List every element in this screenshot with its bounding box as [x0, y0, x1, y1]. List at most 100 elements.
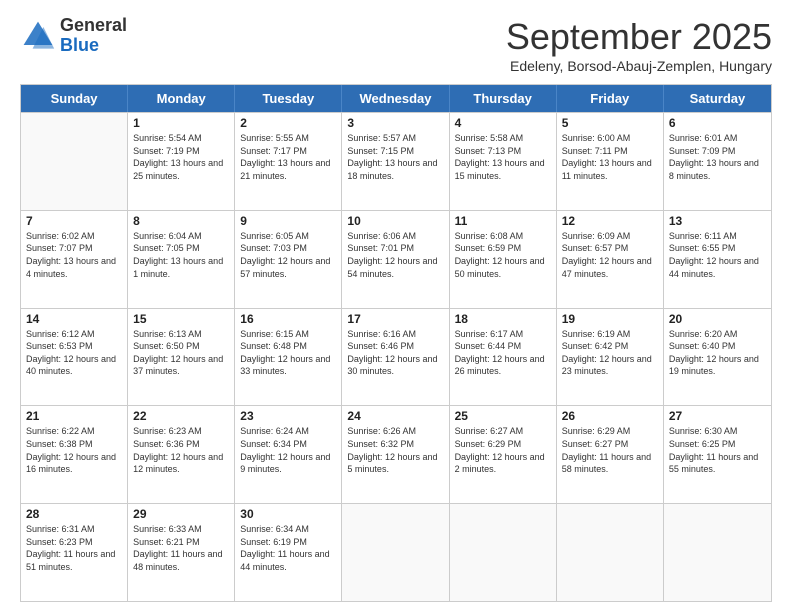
day-info: Sunrise: 6:13 AMSunset: 6:50 PMDaylight:…: [133, 328, 229, 378]
day-info: Sunrise: 6:23 AMSunset: 6:36 PMDaylight:…: [133, 425, 229, 475]
calendar-cell: 2 Sunrise: 5:55 AMSunset: 7:17 PMDaylight…: [235, 113, 342, 210]
day-info: Sunrise: 6:24 AMSunset: 6:34 PMDaylight:…: [240, 425, 336, 475]
day-number: 8: [133, 214, 229, 228]
day-number: 4: [455, 116, 551, 130]
day-info: Sunrise: 5:55 AMSunset: 7:17 PMDaylight:…: [240, 132, 336, 182]
day-info: Sunrise: 6:29 AMSunset: 6:27 PMDaylight:…: [562, 425, 658, 475]
calendar-header-cell: Monday: [128, 85, 235, 112]
logo-blue-text: Blue: [60, 36, 127, 56]
day-info: Sunrise: 6:02 AMSunset: 7:07 PMDaylight:…: [26, 230, 122, 280]
day-number: 17: [347, 312, 443, 326]
calendar-cell: 4 Sunrise: 5:58 AMSunset: 7:13 PMDaylight…: [450, 113, 557, 210]
month-title: September 2025: [506, 16, 772, 58]
calendar-cell: 19 Sunrise: 6:19 AMSunset: 6:42 PMDayligh…: [557, 309, 664, 406]
day-info: Sunrise: 6:11 AMSunset: 6:55 PMDaylight:…: [669, 230, 766, 280]
day-number: 7: [26, 214, 122, 228]
day-info: Sunrise: 5:54 AMSunset: 7:19 PMDaylight:…: [133, 132, 229, 182]
calendar-cell: 25Sunrise: 6:27 AMSunset: 6:29 PMDayligh…: [450, 406, 557, 503]
day-number: 2: [240, 116, 336, 130]
calendar-row: 21Sunrise: 6:22 AMSunset: 6:38 PMDayligh…: [21, 405, 771, 503]
calendar-header-cell: Sunday: [21, 85, 128, 112]
day-number: 6: [669, 116, 766, 130]
calendar-cell: 18 Sunrise: 6:17 AMSunset: 6:44 PMDayligh…: [450, 309, 557, 406]
title-block: September 2025 Edeleny, Borsod-Abauj-Zem…: [506, 16, 772, 74]
logo-text: General Blue: [60, 16, 127, 56]
day-info: Sunrise: 6:06 AMSunset: 7:01 PMDaylight:…: [347, 230, 443, 280]
calendar: SundayMondayTuesdayWednesdayThursdayFrid…: [20, 84, 772, 602]
calendar-cell: [21, 113, 128, 210]
calendar-cell: [342, 504, 449, 601]
calendar-cell: 23 Sunrise: 6:24 AMSunset: 6:34 PMDayligh…: [235, 406, 342, 503]
day-info: Sunrise: 6:20 AMSunset: 6:40 PMDaylight:…: [669, 328, 766, 378]
calendar-cell: [450, 504, 557, 601]
logo-general-text: General: [60, 16, 127, 36]
calendar-row: 14Sunrise: 6:12 AMSunset: 6:53 PMDayligh…: [21, 308, 771, 406]
subtitle: Edeleny, Borsod-Abauj-Zemplen, Hungary: [506, 58, 772, 74]
day-info: Sunrise: 5:57 AMSunset: 7:15 PMDaylight:…: [347, 132, 443, 182]
day-number: 5: [562, 116, 658, 130]
day-info: Sunrise: 6:09 AMSunset: 6:57 PMDaylight:…: [562, 230, 658, 280]
calendar-cell: 1 Sunrise: 5:54 AMSunset: 7:19 PMDaylight…: [128, 113, 235, 210]
day-number: 16: [240, 312, 336, 326]
day-number: 9: [240, 214, 336, 228]
calendar-header-cell: Wednesday: [342, 85, 449, 112]
day-info: Sunrise: 6:22 AMSunset: 6:38 PMDaylight:…: [26, 425, 122, 475]
day-number: 28: [26, 507, 122, 521]
day-info: Sunrise: 6:01 AMSunset: 7:09 PMDaylight:…: [669, 132, 766, 182]
calendar-cell: 17Sunrise: 6:16 AMSunset: 6:46 PMDayligh…: [342, 309, 449, 406]
day-number: 24: [347, 409, 443, 423]
page: General Blue September 2025 Edeleny, Bor…: [0, 0, 792, 612]
calendar-cell: 11Sunrise: 6:08 AMSunset: 6:59 PMDayligh…: [450, 211, 557, 308]
day-info: Sunrise: 6:17 AMSunset: 6:44 PMDaylight:…: [455, 328, 551, 378]
day-info: Sunrise: 6:30 AMSunset: 6:25 PMDaylight:…: [669, 425, 766, 475]
calendar-cell: 24Sunrise: 6:26 AMSunset: 6:32 PMDayligh…: [342, 406, 449, 503]
day-number: 1: [133, 116, 229, 130]
day-info: Sunrise: 6:04 AMSunset: 7:05 PMDaylight:…: [133, 230, 229, 280]
day-number: 27: [669, 409, 766, 423]
calendar-cell: 10Sunrise: 6:06 AMSunset: 7:01 PMDayligh…: [342, 211, 449, 308]
calendar-cell: [557, 504, 664, 601]
calendar-header-cell: Thursday: [450, 85, 557, 112]
day-number: 23: [240, 409, 336, 423]
day-info: Sunrise: 5:58 AMSunset: 7:13 PMDaylight:…: [455, 132, 551, 182]
day-info: Sunrise: 6:33 AMSunset: 6:21 PMDaylight:…: [133, 523, 229, 573]
calendar-cell: 6 Sunrise: 6:01 AMSunset: 7:09 PMDaylight…: [664, 113, 771, 210]
calendar-cell: 30 Sunrise: 6:34 AMSunset: 6:19 PMDayligh…: [235, 504, 342, 601]
day-number: 29: [133, 507, 229, 521]
logo-icon: [20, 18, 56, 54]
day-number: 20: [669, 312, 766, 326]
day-number: 18: [455, 312, 551, 326]
calendar-cell: [664, 504, 771, 601]
calendar-cell: 27 Sunrise: 6:30 AMSunset: 6:25 PMDayligh…: [664, 406, 771, 503]
day-number: 26: [562, 409, 658, 423]
calendar-header-row: SundayMondayTuesdayWednesdayThursdayFrid…: [21, 85, 771, 112]
calendar-cell: 5Sunrise: 6:00 AMSunset: 7:11 PMDaylight…: [557, 113, 664, 210]
calendar-row: 28 Sunrise: 6:31 AMSunset: 6:23 PMDayligh…: [21, 503, 771, 601]
calendar-cell: 8 Sunrise: 6:04 AMSunset: 7:05 PMDaylight…: [128, 211, 235, 308]
logo: General Blue: [20, 16, 127, 56]
day-number: 30: [240, 507, 336, 521]
calendar-cell: 26 Sunrise: 6:29 AMSunset: 6:27 PMDayligh…: [557, 406, 664, 503]
calendar-header-cell: Tuesday: [235, 85, 342, 112]
calendar-cell: 9 Sunrise: 6:05 AMSunset: 7:03 PMDaylight…: [235, 211, 342, 308]
day-number: 13: [669, 214, 766, 228]
day-info: Sunrise: 6:08 AMSunset: 6:59 PMDaylight:…: [455, 230, 551, 280]
day-info: Sunrise: 6:15 AMSunset: 6:48 PMDaylight:…: [240, 328, 336, 378]
calendar-row: 1 Sunrise: 5:54 AMSunset: 7:19 PMDaylight…: [21, 112, 771, 210]
day-number: 3: [347, 116, 443, 130]
day-number: 12: [562, 214, 658, 228]
calendar-row: 7 Sunrise: 6:02 AMSunset: 7:07 PMDaylight…: [21, 210, 771, 308]
calendar-cell: 21Sunrise: 6:22 AMSunset: 6:38 PMDayligh…: [21, 406, 128, 503]
day-number: 22: [133, 409, 229, 423]
day-info: Sunrise: 6:31 AMSunset: 6:23 PMDaylight:…: [26, 523, 122, 573]
day-info: Sunrise: 6:19 AMSunset: 6:42 PMDaylight:…: [562, 328, 658, 378]
day-number: 25: [455, 409, 551, 423]
calendar-cell: 14Sunrise: 6:12 AMSunset: 6:53 PMDayligh…: [21, 309, 128, 406]
calendar-header-cell: Friday: [557, 85, 664, 112]
calendar-cell: 12 Sunrise: 6:09 AMSunset: 6:57 PMDayligh…: [557, 211, 664, 308]
day-number: 19: [562, 312, 658, 326]
calendar-header-cell: Saturday: [664, 85, 771, 112]
day-info: Sunrise: 6:05 AMSunset: 7:03 PMDaylight:…: [240, 230, 336, 280]
day-info: Sunrise: 6:34 AMSunset: 6:19 PMDaylight:…: [240, 523, 336, 573]
day-number: 15: [133, 312, 229, 326]
